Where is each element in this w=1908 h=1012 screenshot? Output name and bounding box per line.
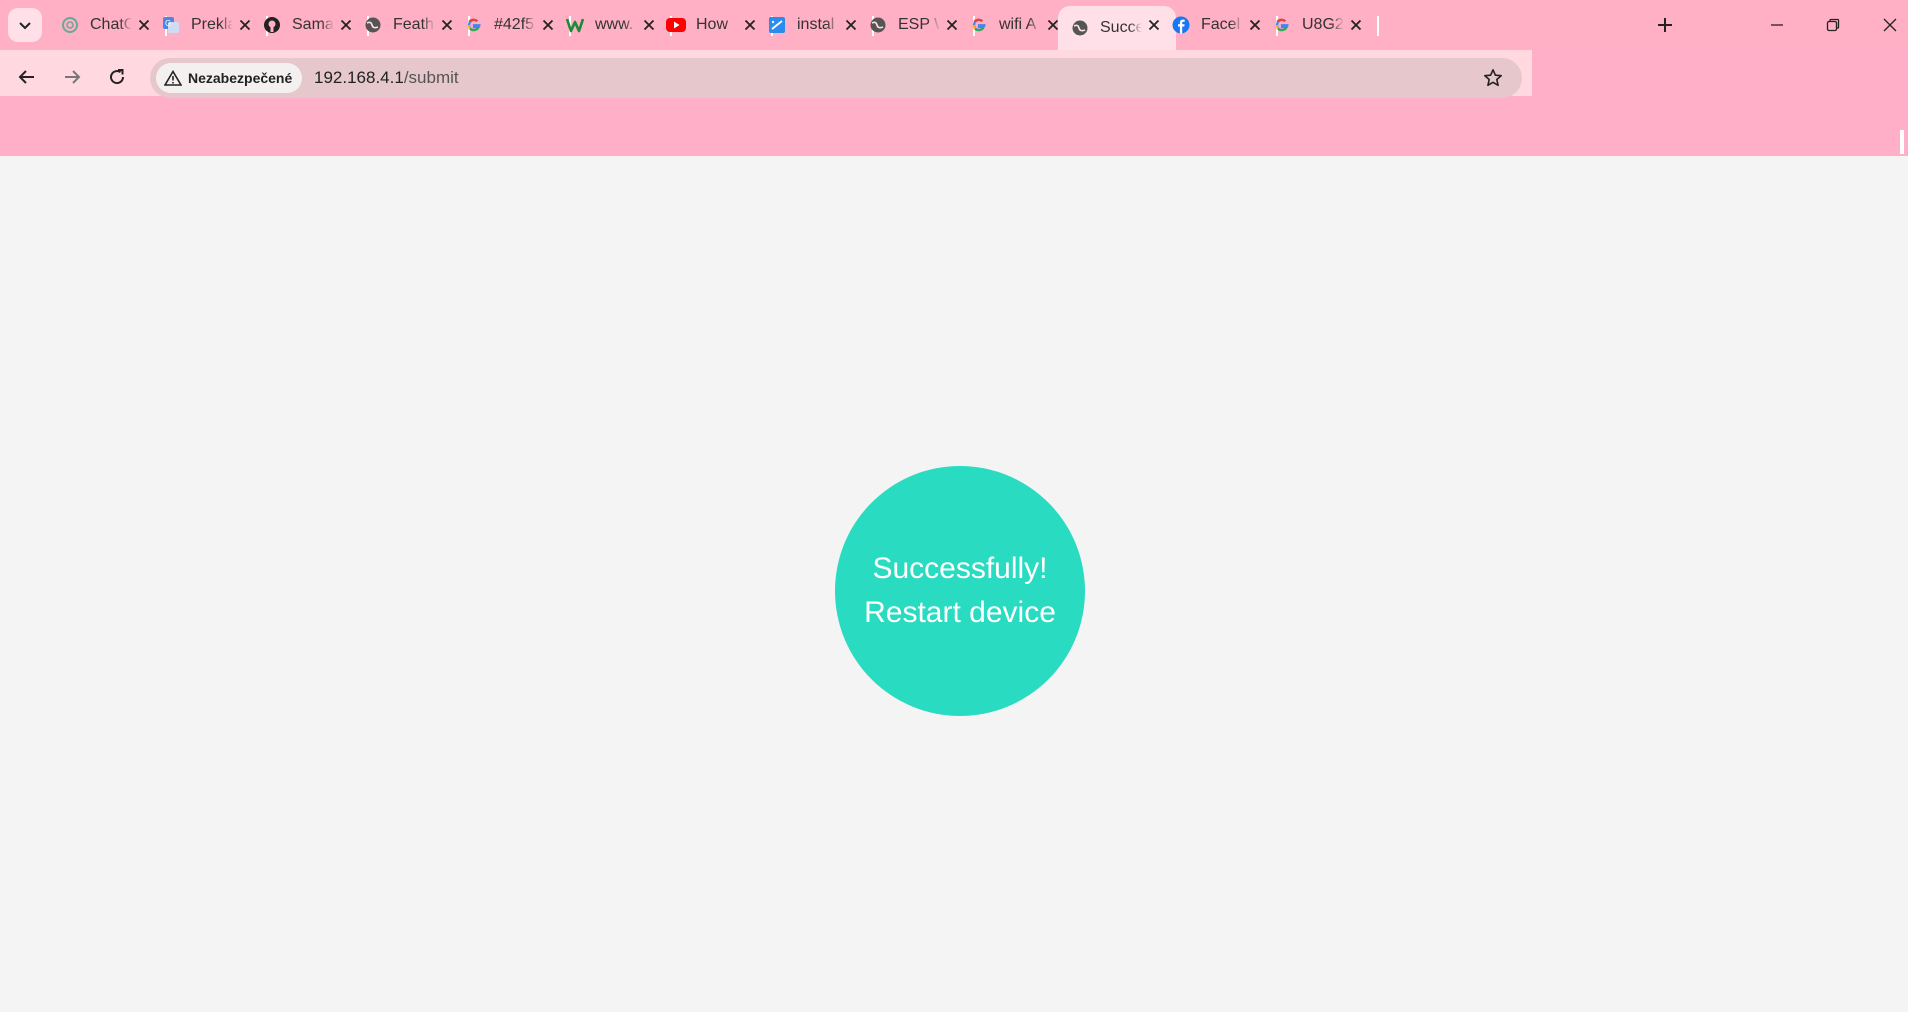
plus-icon (1658, 18, 1672, 32)
tab-title: U8G2 (1302, 16, 1344, 33)
tab-close-button[interactable] (1346, 15, 1366, 35)
url-host: 192.168.4.1 (314, 68, 404, 87)
svg-text:G: G (165, 19, 171, 28)
url-text[interactable]: 192.168.4.1/submit (314, 58, 459, 98)
chevron-down-icon (19, 22, 31, 30)
minimize-icon (1771, 24, 1783, 26)
tab-separator (1377, 16, 1379, 36)
tab-title: Succe (1100, 19, 1142, 36)
tab-title: ChatGPT (90, 16, 132, 33)
arrow-left-icon (18, 70, 34, 84)
tab-title: Facel (1201, 16, 1241, 33)
tab-title: Preklad (191, 16, 233, 33)
tab-title: www. (595, 16, 634, 33)
star-icon (1484, 69, 1502, 87)
tab-title: wifi A (999, 16, 1037, 33)
tab-title: ESP W (898, 16, 940, 33)
globe-icon (868, 15, 888, 35)
close-icon (1350, 19, 1362, 31)
browser-toolbar: Nezabezpečené 192.168.4.1/submit (0, 50, 1908, 156)
globe-icon (363, 15, 383, 35)
success-circle: Successfully! Restart device (835, 466, 1085, 716)
arrow-right-icon (65, 70, 81, 84)
warning-icon (164, 70, 182, 86)
globe-icon (1070, 18, 1090, 38)
restore-button[interactable] (1813, 8, 1853, 42)
google-icon (1272, 15, 1292, 35)
close-icon (1883, 18, 1897, 32)
restore-icon (1826, 18, 1840, 32)
url-path: /submit (403, 68, 459, 87)
tab-title: #42f5 (494, 16, 535, 33)
youtube-icon (666, 15, 686, 35)
tab-title: Feath (393, 16, 434, 33)
new-tab-button[interactable] (1652, 12, 1678, 38)
reload-icon (110, 69, 125, 85)
security-chip[interactable]: Nezabezpečené (156, 63, 303, 93)
chatgpt-icon (60, 15, 80, 35)
translate-icon: G (161, 15, 181, 35)
minimize-button[interactable] (1757, 8, 1797, 42)
github-icon (262, 15, 282, 35)
tab-search-button[interactable] (8, 8, 42, 42)
close-window-button[interactable] (1870, 8, 1908, 42)
page-content: Successfully! Restart device (0, 156, 1908, 1012)
tab-title: instal (797, 16, 835, 33)
tab[interactable]: U8G2 (1260, 6, 1379, 44)
restart-message: Restart device (864, 596, 1056, 629)
tab-title: Samat (292, 16, 334, 33)
bookmark-button[interactable] (1482, 67, 1504, 89)
google-icon (464, 15, 484, 35)
scrollbar[interactable] (1900, 130, 1904, 154)
w-icon (565, 15, 585, 35)
success-message: Successfully! (872, 552, 1048, 585)
facebook-icon (1171, 15, 1191, 35)
tab-strip: ChatGPT G Preklad Samat Feath #42f5 www. How ins… (0, 0, 1908, 50)
forward-button[interactable] (55, 60, 89, 94)
reload-button[interactable] (100, 60, 134, 94)
docs-icon (767, 15, 787, 35)
google-icon (969, 15, 989, 35)
address-bar[interactable]: Nezabezpečené 192.168.4.1/submit (150, 58, 1522, 98)
back-button[interactable] (10, 60, 44, 94)
tab-title: How (696, 16, 729, 33)
security-label: Nezabezpečené (188, 70, 293, 86)
